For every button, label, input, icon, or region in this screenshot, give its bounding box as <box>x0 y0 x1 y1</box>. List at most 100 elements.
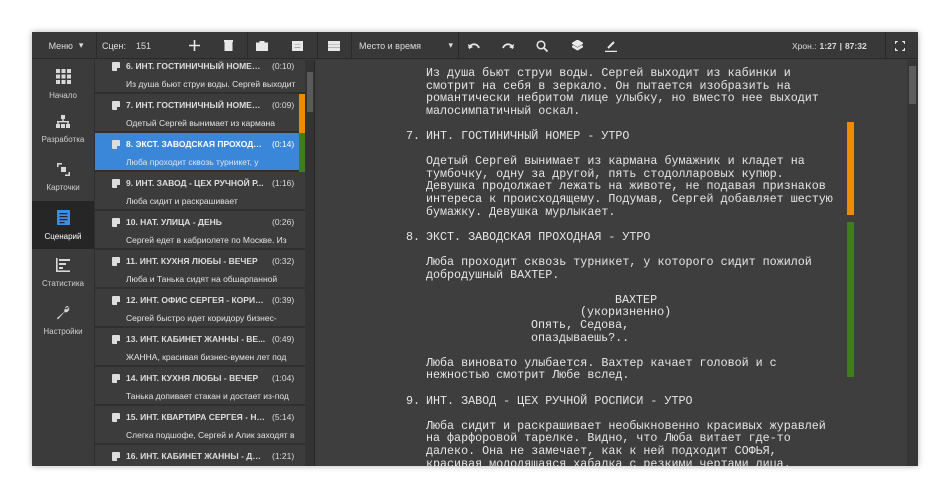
scene-list-button[interactable] <box>324 32 344 59</box>
card-icon <box>291 40 303 51</box>
scene-duration: (0:39) <box>272 295 295 305</box>
scene-duration: (0:32) <box>272 256 295 266</box>
action-line: Из душа бьют струи воды. Сергей выходит … <box>426 66 791 80</box>
scene-list-scrollbar[interactable] <box>305 60 315 466</box>
script-editor[interactable]: Из душа бьют струи воды. Сергей выходит … <box>316 60 918 466</box>
chrono-separator: | <box>839 40 842 51</box>
scene-list-item[interactable]: 6. ИНТ. ГОСТИНИЧНЫЙ НОМЕР ... (0:10) Из ду… <box>95 60 305 94</box>
scene-icon <box>112 335 120 344</box>
plus-icon <box>188 40 200 51</box>
sidebar-item-statistics[interactable]: Статистика <box>32 249 94 297</box>
briefcase-icon <box>256 40 268 51</box>
sidebar-item-label: Начало <box>49 90 77 100</box>
scene-list-item[interactable]: 14. ИНТ. КУХНЯ ЛЮБЫ - ВЕЧЕР (1:04) Танька … <box>95 367 305 406</box>
scene-list-item[interactable]: 11. ИНТ. КУХНЯ ЛЮБЫ - ВЕЧЕР (0:32) Люба и … <box>95 250 305 289</box>
scene-list-item[interactable]: 9. ИНТ. ЗАВОД - ЦЕХ РУЧНОЙ Р... (1:16) Люб… <box>95 172 305 211</box>
layers-icon <box>571 40 583 51</box>
toolbar: Меню ▾ Сцен: 151 Место и время ▾ Хрон.: 1:27… <box>32 32 918 59</box>
action-line: малосимпатичный оскал. <box>426 103 581 118</box>
scene-filter-select[interactable]: Место и время ▾ <box>356 32 456 59</box>
undo-icon <box>468 42 480 49</box>
scene-title: 16. ИНТ. КАБИНЕТ ЖАННЫ - ДЕНЬ <box>126 451 266 461</box>
briefcase-button[interactable] <box>252 32 272 59</box>
scene-list-item[interactable]: 12. ИНТ. ОФИС СЕРГЕЯ - КОРИД... (0:39) Сер… <box>95 289 305 328</box>
redo-button[interactable] <box>498 32 518 59</box>
scene-title: 7. ИНТ. ГОСТИНИЧНЫЙ НОМЕР ... <box>126 100 266 110</box>
scene-summary: Люба и Танька сидят на обшарпанной <box>126 274 278 284</box>
scene-summary: Слегка подшофе, Сергей и Алик заходят в <box>126 430 295 440</box>
scene-icon <box>112 218 120 227</box>
sidebar-item-script[interactable]: Сценарий <box>32 201 94 249</box>
sidebar-item-settings[interactable]: Настройки <box>32 297 94 345</box>
scene-title: 6. ИНТ. ГОСТИНИЧНЫЙ НОМЕР ... <box>126 61 266 71</box>
sidebar-item-development[interactable]: Разработка <box>32 105 94 153</box>
scene-icon <box>112 62 120 71</box>
action-line: бумажку. Девушка мурлыкает. <box>426 204 616 219</box>
sidebar-item-label: Настройки <box>43 327 83 336</box>
list-icon <box>328 40 340 51</box>
hierarchy-icon <box>56 114 70 130</box>
action-line: нежностью смотрит Любе вслед. <box>426 368 630 383</box>
sidebar-item-label: Карточки <box>46 182 80 192</box>
sidebar-item-home[interactable]: Начало <box>32 63 94 105</box>
scene-summary: Из душа бьют струи воды. Сергей выходит <box>126 79 296 89</box>
dialogue-line: опаздываешь?.. <box>531 330 630 345</box>
chevron-down-icon: ▾ <box>78 40 84 50</box>
scene-title: 14. ИНТ. КУХНЯ ЛЮБЫ - ВЕЧЕР <box>126 373 259 383</box>
search-button[interactable] <box>532 32 552 59</box>
scene-icon <box>112 296 120 305</box>
delete-scene-button[interactable] <box>218 32 238 59</box>
card-button[interactable] <box>287 32 307 59</box>
grid-icon <box>55 68 71 86</box>
scene-duration: (0:49) <box>272 334 295 344</box>
sidebar-item-cards[interactable]: Карточки <box>32 153 94 201</box>
scene-list: 6. ИНТ. ГОСТИНИЧНЫЙ НОМЕР ... (0:10) Из ду… <box>95 60 305 466</box>
scene-duration: (5:14) <box>272 412 295 422</box>
scene-icon <box>112 413 120 422</box>
scene-number: 9. <box>406 393 421 408</box>
scene-icon <box>112 179 120 188</box>
scene-duration: (1:16) <box>272 178 295 188</box>
scene-list-item[interactable]: 7. ИНТ. ГОСТИНИЧНЫЙ НОМЕР ... (0:09) Одеты… <box>95 94 305 133</box>
scene-icon <box>112 452 120 461</box>
scene-list-item[interactable]: 13. ИНТ. КАБИНЕТ ЖАННЫ - ВЕ... (0:49) ЖАНН… <box>95 328 305 367</box>
fullscreen-button[interactable] <box>890 32 910 59</box>
scene-list-item[interactable]: 16. ИНТ. КАБИНЕТ ЖАННЫ - ДЕНЬ (1:21) <box>95 445 305 466</box>
dialogue-line: Опять, Седова, <box>531 318 630 332</box>
menu-label: Меню <box>48 40 73 51</box>
editor-scrollbar[interactable] <box>907 60 918 466</box>
scene-list-item[interactable]: 8. ЭКСТ. ЗАВОДСКАЯ ПРОХОДН... (0:14) Люба … <box>95 133 305 172</box>
sidebar-item-label: Разработка <box>41 134 85 144</box>
scene-title: 9. ИНТ. ЗАВОД - ЦЕХ РУЧНОЙ Р... <box>126 178 264 188</box>
menu-button[interactable]: Меню ▾ <box>40 32 92 59</box>
scenes-label: Сцен: <box>102 40 127 51</box>
search-icon <box>536 39 548 52</box>
scene-duration: (0:14) <box>272 139 295 149</box>
sidebar: Начало Разработка Карточки Сценарий Статисти… <box>32 60 95 466</box>
scene-title: 15. ИНТ. КВАРТИРА СЕРГЕЯ - НО... <box>126 412 266 422</box>
scene-title: 10. НАТ. УЛИЦА - ДЕНЬ <box>126 217 222 227</box>
pen-button[interactable] <box>601 32 621 59</box>
layers-button[interactable] <box>567 32 587 59</box>
app-window: Меню ▾ Сцен: 151 Место и время ▾ Хрон.: 1:27… <box>32 32 918 466</box>
chrono-readout: Хрон.: 1:27 | 87:32 <box>792 32 867 59</box>
chrono-total: 87:32 <box>844 40 867 51</box>
undo-button[interactable] <box>464 32 484 59</box>
scene-summary: Люба проходит сквозь турникет, у <box>126 157 259 167</box>
scene-icon <box>112 257 120 266</box>
action-line: далеко. Она не замечает, как к ней подхо… <box>426 444 777 458</box>
cards-icon <box>56 162 70 178</box>
pen-icon <box>605 40 617 52</box>
action-line: Одетый Сергей вынимает из кармана бумажн… <box>426 154 805 169</box>
scene-icon <box>112 374 120 383</box>
scene-heading: ИНТ. ЗАВОД - ЦЕХ РУЧНОЙ РОСПИСИ - УТРО <box>426 393 693 408</box>
scene-summary: ЖАННА, красивая бизнес-вумен лет под <box>126 352 287 362</box>
scene-list-item[interactable]: 10. НАТ. УЛИЦА - ДЕНЬ (0:26) Сергей едет в… <box>95 211 305 250</box>
chrono-label: Хрон.: <box>792 40 817 51</box>
scene-summary: Одетый Сергей вынимает из кармана <box>126 118 275 128</box>
scene-list-item[interactable]: 15. ИНТ. КВАРТИРА СЕРГЕЯ - НО... (5:14) Сл… <box>95 406 305 445</box>
action-line: красивая молодящаяся хабалка с резкими ч… <box>426 456 791 466</box>
scene-count: Сцен: 151 <box>102 32 151 59</box>
chevron-down-icon: ▾ <box>448 40 453 50</box>
add-scene-button[interactable] <box>184 32 204 59</box>
